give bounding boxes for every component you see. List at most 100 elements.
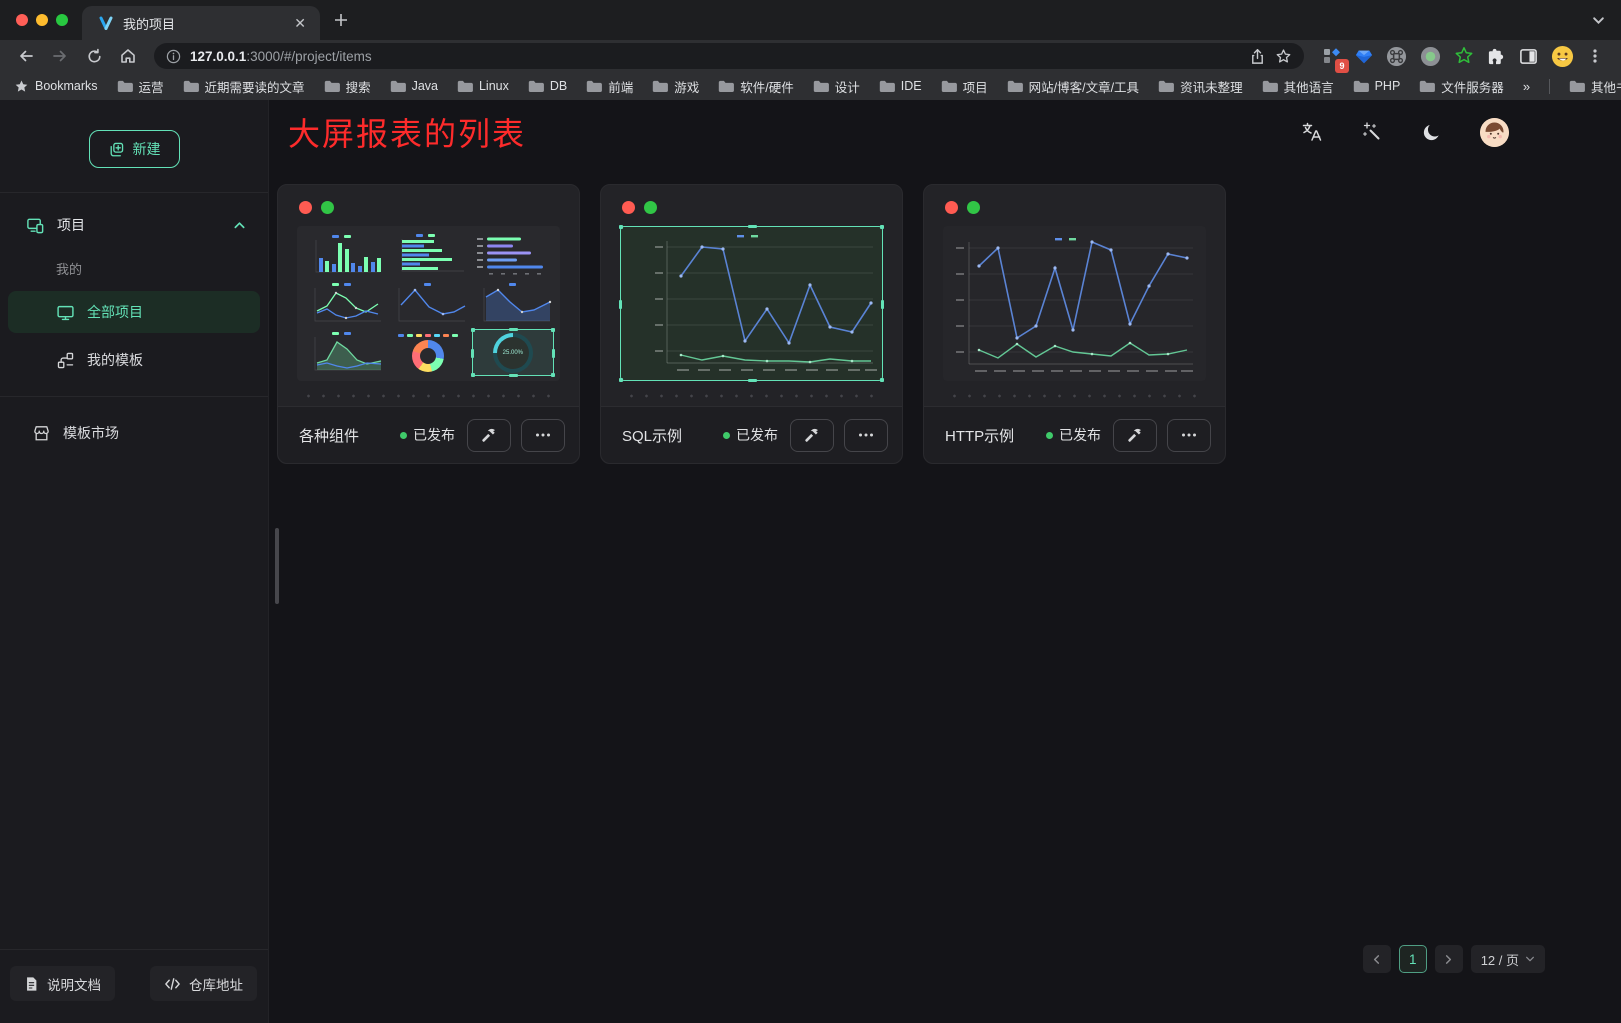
home-button[interactable]: [114, 43, 142, 69]
bookmark-folder[interactable]: Java: [390, 79, 438, 93]
bookmark-folder[interactable]: 搜索: [324, 77, 371, 96]
more-options-button[interactable]: [521, 419, 565, 452]
sidebar: 新建 项目 我的 全部项目 我的模板: [0, 100, 269, 1023]
recorder-extension-icon[interactable]: [1420, 46, 1441, 67]
edit-hammer-button[interactable]: [1113, 419, 1157, 452]
repository-button[interactable]: 仓库地址: [150, 966, 257, 1001]
browser-menu-kebab-icon[interactable]: [1587, 47, 1603, 65]
project-thumbnail-selected: [620, 226, 883, 381]
bookmarks-bar: Bookmarks 运营 近期需要读的文章 搜索 Java Linux DB 前…: [0, 72, 1621, 100]
scrollbar-thumb[interactable]: [275, 528, 279, 604]
shortcut-extension-icon[interactable]: [1386, 46, 1407, 67]
bookmarks-overflow-chevron[interactable]: »: [1523, 79, 1530, 94]
new-project-button[interactable]: 新建: [89, 130, 180, 168]
sidebar-item-template-market[interactable]: 模板市场: [8, 412, 260, 454]
bookmark-folder[interactable]: 网站/博客/文章/工具: [1007, 77, 1139, 96]
card-red-dot: [945, 201, 958, 214]
forward-button[interactable]: [46, 43, 74, 69]
edit-hammer-button[interactable]: [467, 419, 511, 452]
previous-page-button[interactable]: [1363, 945, 1391, 973]
bookmark-star-icon[interactable]: [1275, 48, 1292, 65]
magic-wand-icon[interactable]: [1361, 121, 1383, 143]
bookmark-folder[interactable]: 资讯未整理: [1158, 77, 1243, 96]
bookmark-folder[interactable]: IDE: [879, 79, 922, 93]
window-minimize-button[interactable]: [36, 14, 48, 26]
project-card[interactable]: 25.00% 各种组件 已发布: [277, 184, 580, 464]
bookmark-folder[interactable]: 前端: [586, 77, 633, 96]
extensions-row: 9: [1316, 45, 1611, 68]
share-icon[interactable]: [1249, 48, 1266, 65]
sidebar-item-all-projects[interactable]: 全部项目: [8, 291, 260, 333]
tab-search-chevron-icon[interactable]: [1592, 14, 1605, 27]
code-icon: [164, 977, 181, 991]
window-zoom-button[interactable]: [56, 14, 68, 26]
window-close-button[interactable]: [16, 14, 28, 26]
reload-button[interactable]: [80, 43, 108, 69]
project-title: 各种组件: [299, 425, 359, 446]
project-thumbnail: 25.00%: [297, 226, 560, 381]
next-page-button[interactable]: [1435, 945, 1463, 973]
bookmark-folder[interactable]: 其他语言: [1262, 77, 1334, 96]
project-title: HTTP示例: [945, 425, 1014, 446]
page-size-select[interactable]: 12 / 页: [1471, 945, 1545, 973]
status-dot: [1046, 432, 1053, 439]
extensions-puzzle-icon[interactable]: [1487, 47, 1506, 66]
mini-line-chart: [387, 280, 469, 327]
project-card[interactable]: SQL示例 已发布: [600, 184, 903, 464]
bookmark-folder[interactable]: Linux: [457, 79, 509, 93]
devices-icon: [26, 216, 45, 235]
page-number-button[interactable]: 1: [1399, 945, 1427, 973]
bookmark-folder[interactable]: PHP: [1353, 79, 1401, 93]
gauge-value: 25.00%: [473, 330, 553, 375]
bookmark-folder[interactable]: DB: [528, 79, 567, 93]
gem-extension-icon[interactable]: [1355, 47, 1373, 65]
other-bookmarks[interactable]: 其他书签: [1569, 77, 1621, 96]
bookmark-folder[interactable]: 游戏: [652, 77, 699, 96]
app-root: 新建 项目 我的 全部项目 我的模板: [0, 100, 1621, 1023]
card-red-dot: [622, 201, 635, 214]
mini-area-chart-green: [303, 329, 385, 376]
status-label: 已发布: [736, 425, 778, 445]
side-panel-icon[interactable]: [1519, 47, 1538, 66]
sidebar-group-projects[interactable]: 项目: [0, 201, 268, 249]
more-options-button[interactable]: [1167, 419, 1211, 452]
bookmarks-manager[interactable]: Bookmarks: [14, 79, 98, 94]
bookmark-folder[interactable]: 设计: [813, 77, 860, 96]
mini-dual-line-chart: [303, 280, 385, 327]
edit-hammer-button[interactable]: [790, 419, 834, 452]
dark-mode-moon-icon[interactable]: [1421, 122, 1442, 143]
sidebar-item-my-templates[interactable]: 我的模板: [8, 339, 260, 381]
bookmark-folder[interactable]: 文件服务器: [1419, 77, 1504, 96]
language-translate-icon[interactable]: [1301, 121, 1323, 143]
site-info-icon[interactable]: [166, 49, 181, 64]
more-options-button[interactable]: [844, 419, 888, 452]
mini-bar-chart: [303, 231, 385, 278]
url-text: 127.0.0.1:3000/#/project/items: [190, 49, 372, 64]
dotted-separator: [298, 394, 559, 398]
browser-tab-active[interactable]: 我的项目 ✕: [82, 6, 320, 40]
monitor-icon: [56, 303, 75, 322]
address-bar[interactable]: 127.0.0.1:3000/#/project/items: [154, 43, 1304, 69]
bookmark-folder[interactable]: 项目: [941, 77, 988, 96]
bookmark-folder[interactable]: 近期需要读的文章: [183, 77, 305, 96]
sidebar-footer: 说明文档 仓库地址: [0, 949, 268, 1023]
new-tab-button[interactable]: [334, 13, 348, 27]
project-thumbnail: [943, 226, 1206, 381]
line-chart-graphic: [943, 226, 1206, 381]
sidebar-divider: [0, 192, 268, 193]
bookmark-folder[interactable]: 软件/硬件: [718, 77, 793, 96]
user-avatar[interactable]: [1480, 118, 1509, 147]
tab-title: 我的项目: [123, 14, 281, 33]
template-flow-icon: [56, 351, 75, 370]
profile-smiley-avatar[interactable]: [1551, 45, 1574, 68]
bookmark-folder[interactable]: 运营: [117, 77, 164, 96]
docs-button[interactable]: 说明文档: [10, 966, 115, 1001]
green-star-extension-icon[interactable]: [1454, 46, 1474, 66]
chevron-up-icon[interactable]: [233, 219, 246, 232]
status-dot: [400, 432, 407, 439]
card-green-dot: [321, 201, 334, 214]
project-card[interactable]: HTTP示例 已发布: [923, 184, 1226, 464]
tab-close-icon[interactable]: ✕: [290, 14, 310, 32]
tab-manager-extension-icon[interactable]: 9: [1322, 46, 1342, 66]
back-button[interactable]: [12, 43, 40, 69]
